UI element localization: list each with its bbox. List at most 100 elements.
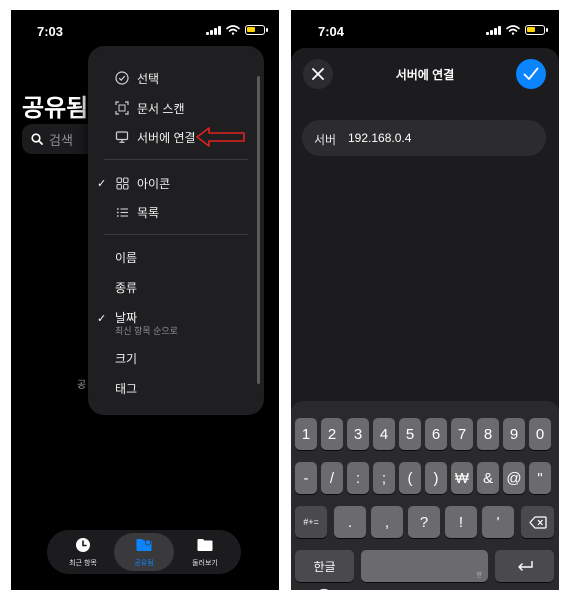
key-9[interactable]: 9 bbox=[503, 418, 525, 450]
grid-icon bbox=[114, 175, 130, 191]
menu-divider bbox=[104, 234, 248, 235]
key-language-switch[interactable]: 한글 bbox=[295, 550, 354, 582]
confirm-button[interactable] bbox=[516, 59, 546, 89]
tab-browse[interactable]: 둘러보기 bbox=[175, 533, 235, 571]
key-2[interactable]: 2 bbox=[321, 418, 343, 450]
key-4[interactable]: 4 bbox=[373, 418, 395, 450]
wifi-icon bbox=[226, 25, 240, 35]
battery-icon bbox=[525, 25, 548, 35]
key-dash[interactable]: - bbox=[295, 462, 317, 494]
key-right-paren[interactable]: ) bbox=[425, 462, 447, 494]
key-3[interactable]: 3 bbox=[347, 418, 369, 450]
status-time: 7:03 bbox=[37, 24, 64, 39]
key-symbols-toggle[interactable]: #+= bbox=[295, 506, 327, 538]
phone-screen-files-menu: 7:03 공유됨 검색 공 선택 문서 스캔 서버에 연결 ✓ 아이콘 목록 이… bbox=[11, 10, 279, 590]
status-icons bbox=[486, 25, 548, 35]
search-icon bbox=[31, 133, 43, 145]
key-left-paren[interactable]: ( bbox=[399, 462, 421, 494]
folder-icon bbox=[197, 539, 213, 551]
menu-item-select[interactable]: 선택 bbox=[88, 64, 264, 92]
menu-item-label: 크기 bbox=[115, 351, 138, 366]
tab-label: 공유됨 bbox=[134, 560, 154, 567]
menu-item-sort-date[interactable]: ✓ 날짜 최신 항목 순으로 bbox=[88, 302, 264, 338]
menu-divider bbox=[104, 159, 248, 160]
menu-item-label: 종류 bbox=[115, 280, 138, 295]
key-quote[interactable]: " bbox=[529, 462, 551, 494]
checkmark-icon: ✓ bbox=[97, 313, 107, 325]
space-key-hint: 한 bbox=[476, 573, 482, 579]
key-comma[interactable]: , bbox=[371, 506, 403, 538]
key-won[interactable]: ₩ bbox=[451, 462, 473, 494]
tab-recents[interactable]: 최근 항목 bbox=[53, 533, 113, 571]
menu-item-label: 목록 bbox=[137, 205, 160, 220]
menu-item-label: 아이콘 bbox=[137, 176, 171, 191]
key-period[interactable]: . bbox=[334, 506, 366, 538]
delete-key[interactable] bbox=[521, 506, 554, 538]
key-1[interactable]: 1 bbox=[295, 418, 317, 450]
background-text-fragment: 공 bbox=[77, 380, 87, 391]
server-address-field[interactable]: 서버 192.168.0.4 bbox=[302, 120, 546, 156]
return-key[interactable] bbox=[495, 550, 554, 582]
menu-item-sort-tags[interactable]: 태그 bbox=[88, 374, 264, 402]
status-bar: 7:04 bbox=[291, 10, 559, 50]
server-address-input[interactable]: 192.168.0.4 bbox=[348, 131, 411, 145]
tab-shared[interactable]: 공유됨 bbox=[114, 533, 174, 571]
key-question[interactable]: ? bbox=[408, 506, 440, 538]
key-exclamation[interactable]: ! bbox=[445, 506, 477, 538]
page-title: 공유됨 bbox=[22, 95, 89, 122]
menu-item-icon-view[interactable]: ✓ 아이콘 bbox=[88, 169, 264, 197]
checkmark-circle-icon bbox=[114, 70, 130, 86]
menu-item-scan-document[interactable]: 문서 스캔 bbox=[88, 94, 264, 122]
menu-item-label: 서버에 연결 bbox=[137, 130, 196, 145]
battery-icon bbox=[245, 25, 268, 35]
clock-icon bbox=[76, 538, 90, 552]
menu-item-label: 이름 bbox=[115, 250, 138, 265]
menu-item-label: 문서 스캔 bbox=[137, 101, 185, 116]
status-bar: 7:03 bbox=[11, 10, 279, 50]
menu-item-sort-name[interactable]: 이름 bbox=[88, 243, 264, 271]
wifi-icon bbox=[506, 25, 520, 35]
space-key[interactable]: 한 bbox=[361, 550, 488, 582]
status-time: 7:04 bbox=[318, 24, 345, 39]
menu-item-sort-kind[interactable]: 종류 bbox=[88, 273, 264, 301]
tab-label: 최근 항목 bbox=[69, 560, 97, 567]
status-icons bbox=[206, 25, 268, 35]
key-slash[interactable]: / bbox=[321, 462, 343, 494]
tab-label: 둘러보기 bbox=[192, 560, 218, 567]
connect-server-sheet: 서버에 연결 서버 192.168.0.4 1 2 3 4 5 6 7 8 9 … bbox=[291, 48, 559, 590]
key-apostrophe[interactable]: ' bbox=[482, 506, 514, 538]
keyboard: 1 2 3 4 5 6 7 8 9 0 - /:;() ₩ & @ " #+=.,?! ' 한글… bbox=[291, 401, 559, 590]
key-semicolon[interactable]: ; bbox=[373, 462, 395, 494]
key-colon[interactable]: : bbox=[347, 462, 369, 494]
red-arrow-annotation bbox=[196, 127, 245, 147]
menu-item-sublabel: 최신 항목 순으로 bbox=[115, 326, 178, 336]
globe-icon[interactable] bbox=[314, 588, 334, 590]
key-at[interactable]: @ bbox=[503, 462, 525, 494]
tab-bar: 최근 항목 공유됨 둘러보기 bbox=[47, 530, 241, 574]
server-field-label: 서버 bbox=[314, 133, 337, 147]
delete-icon bbox=[528, 515, 547, 529]
scan-document-icon bbox=[114, 100, 130, 116]
key-0[interactable]: 0 bbox=[529, 418, 551, 450]
key-5[interactable]: 5 bbox=[399, 418, 421, 450]
key-7[interactable]: 7 bbox=[451, 418, 473, 450]
cellular-signal-icon bbox=[206, 25, 221, 35]
menu-item-list-view[interactable]: 목록 bbox=[88, 198, 264, 226]
monitor-icon bbox=[114, 129, 130, 145]
list-icon bbox=[114, 204, 130, 220]
menu-item-label: 태그 bbox=[115, 381, 138, 396]
phone-screen-connect-server: 7:04 서버에 연결 서버 192.168.0.4 1 2 3 4 5 6 7… bbox=[291, 10, 559, 590]
menu-item-sort-size[interactable]: 크기 bbox=[88, 344, 264, 372]
key-8[interactable]: 8 bbox=[477, 418, 499, 450]
menu-item-connect-server[interactable]: 서버에 연결 bbox=[88, 123, 264, 151]
cellular-signal-icon bbox=[486, 25, 501, 35]
checkmark-icon bbox=[523, 67, 539, 80]
context-menu: 선택 문서 스캔 서버에 연결 ✓ 아이콘 목록 이름 종류 ✓ 날짜 최신 항… bbox=[88, 46, 264, 415]
checkmark-icon: ✓ bbox=[97, 177, 107, 190]
return-icon bbox=[517, 560, 533, 571]
search-placeholder: 검색 bbox=[49, 132, 73, 148]
menu-item-label: 선택 bbox=[137, 71, 160, 86]
key-6[interactable]: 6 bbox=[425, 418, 447, 450]
key-ampersand[interactable]: & bbox=[477, 462, 499, 494]
shared-folder-icon bbox=[136, 539, 152, 551]
